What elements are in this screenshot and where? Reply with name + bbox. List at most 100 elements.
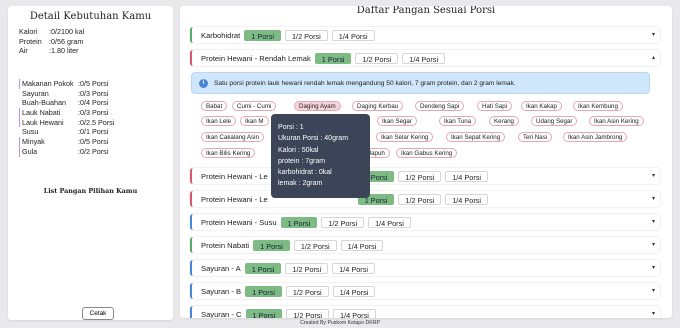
accordion-protein-hewani-lemak-sedang[interactable]: Protein Hewani - Le 1 Porsi 1/2 Porsi 1/… xyxy=(190,168,660,184)
accordion-sayuran-b[interactable]: Sayuran - B 1 Porsi 1/2 Porsi 1/4 Porsi … xyxy=(190,283,660,299)
food-tag[interactable]: Ikan Gabus Kering xyxy=(396,148,458,158)
chevron-down-icon[interactable]: ▾ xyxy=(652,172,655,179)
portion-quarter-button[interactable]: 1/4 Porsi xyxy=(445,193,489,205)
portion-1-button[interactable]: 1 Porsi xyxy=(280,216,318,228)
tooltip-protein: protein : 7gram xyxy=(278,157,326,165)
portion-row-minyak: Minyak:0/5 Porsi xyxy=(19,137,114,147)
accordion-title: Protein Nabati xyxy=(201,240,250,250)
food-tag[interactable]: Ikan Kembung xyxy=(573,101,623,111)
portion-row-susu: Susu:0/1 Porsi xyxy=(22,127,109,137)
food-tag[interactable]: Hati Sapi xyxy=(477,101,513,111)
portion-row-buah: Buah-Buahan:0/4 Porsi xyxy=(22,98,109,108)
print-button[interactable]: Cetak xyxy=(82,307,114,320)
portion-1-button[interactable]: 1 Porsi xyxy=(244,262,282,274)
portion-quarter-button[interactable]: 1/4 Porsi xyxy=(340,239,384,251)
chevron-down-icon[interactable]: ▾ xyxy=(652,310,655,317)
portion-half-button[interactable]: 1/2 Porsi xyxy=(284,29,328,41)
chevron-up-icon[interactable]: ▴ xyxy=(652,54,655,61)
food-tag[interactable]: Ikan Sepat Kering xyxy=(446,132,506,142)
food-tag[interactable]: Daging Ayam xyxy=(294,101,341,111)
food-list-title: Daftar Pangan Sesuai Porsi xyxy=(356,6,496,16)
accordion-protein-hewani-rendah-lemak[interactable]: Protein Hewani - Rendah Lemak 1 Porsi 1/… xyxy=(190,50,660,66)
portion-half-button[interactable]: 1/2 Porsi xyxy=(355,52,399,64)
portion-half-button[interactable]: 1/2 Porsi xyxy=(293,239,337,251)
food-tag[interactable]: Ikan Asin Kering xyxy=(589,116,644,126)
chevron-down-icon[interactable]: ▾ xyxy=(652,31,655,38)
portion-quarter-button[interactable]: 1/4 Porsi xyxy=(402,52,446,64)
portion-1-button[interactable]: 1 Porsi xyxy=(244,29,281,41)
food-tag[interactable]: Kerang xyxy=(489,116,519,126)
accordion-protein-nabati[interactable]: Protein Nabati 1 Porsi 1/2 Porsi 1/4 Por… xyxy=(190,237,660,253)
food-tag[interactable]: Ikan Bilis Kering xyxy=(201,148,256,158)
food-tag[interactable]: Ikan Selar Kering xyxy=(376,132,434,142)
portion-summary: Makanan Pokok:0/5 Porsi Sayuran:0/3 Pors… xyxy=(19,79,114,157)
portion-half-button[interactable]: 1/2 Porsi xyxy=(398,170,442,182)
food-list-panel: Daftar Pangan Sesuai Porsi Karbohidrat 1… xyxy=(180,6,672,318)
need-water: Air:1.80 liter xyxy=(19,46,79,56)
accordion-title: Karbohidrat xyxy=(201,30,241,40)
chevron-down-icon[interactable]: ▾ xyxy=(652,195,655,202)
chevron-down-icon[interactable]: ▾ xyxy=(652,218,655,225)
food-tag[interactable]: Udang Segar xyxy=(531,116,578,126)
portion-1-button[interactable]: 1 Porsi xyxy=(245,308,283,318)
tooltip-carbohydrate: karbohidrat : 0kal xyxy=(278,169,332,177)
needs-panel: Detail Kebutuhan Kamu Kalori:0/2100 kal … xyxy=(8,6,173,320)
tooltip-portion: Porsi : 1 xyxy=(278,124,304,131)
food-tag[interactable]: Daging Kerbau xyxy=(352,101,404,111)
food-tag[interactable]: Ikan Tuna xyxy=(439,116,477,126)
portion-row-lauk-nabati: Lauk Nabati:0/3 Porsi xyxy=(19,108,114,118)
chosen-food-list-title: List Pangan Pilihan Kamu xyxy=(43,187,138,195)
need-calorie: Kalori:0/2100 kal xyxy=(19,27,85,36)
portion-info-alert: i Satu porsi protein lauk hewani rendah … xyxy=(191,72,650,94)
portion-quarter-button[interactable]: 1/4 Porsi xyxy=(368,216,411,228)
accordion-protein-hewani-lemak-tinggi[interactable]: Protein Hewani - Le 1 Porsi 1/2 Porsi 1/… xyxy=(190,191,660,207)
portion-half-button[interactable]: 1/2 Porsi xyxy=(285,262,329,274)
chevron-down-icon[interactable]: ▾ xyxy=(652,264,655,271)
accordion-sayuran-a[interactable]: Sayuran - A 1 Porsi 1/2 Porsi 1/4 Porsi … xyxy=(190,260,660,276)
tooltip-calorie: Kalori : 50kal xyxy=(278,146,319,154)
food-tag[interactable]: Ikan Asin Jambrong xyxy=(563,132,628,142)
food-tag[interactable]: Ikan Lele xyxy=(201,116,237,126)
accordion-title: Protein Hewani - Le xyxy=(201,171,268,181)
chevron-down-icon[interactable]: ▾ xyxy=(652,287,655,294)
food-tag[interactable]: Ikan Segar xyxy=(377,116,417,126)
needs-summary: Kalori:0/2100 kal Protein:0/56 gram Air:… xyxy=(19,27,84,56)
accordion-title: Sayuran - A xyxy=(201,263,241,273)
portion-half-button[interactable]: 1/2 Porsi xyxy=(286,308,330,318)
chevron-down-icon[interactable]: ▾ xyxy=(652,241,655,248)
portion-row-makanan-pokok: Makanan Pokok:0/5 Porsi xyxy=(19,79,114,89)
accordion-karbohidrat[interactable]: Karbohidrat 1 Porsi 1/2 Porsi 1/4 Porsi … xyxy=(190,27,660,43)
portion-row-sayuran: Sayuran:0/3 Porsi xyxy=(22,88,109,98)
portion-quarter-button[interactable]: 1/4 Porsi xyxy=(445,170,489,182)
needs-panel-title: Detail Kebutuhan Kamu xyxy=(29,11,152,22)
info-icon: i xyxy=(199,78,208,88)
portion-half-button[interactable]: 1/2 Porsi xyxy=(398,193,442,205)
accordion-protein-hewani-susu[interactable]: Protein Hewani - Susu 1 Porsi 1/2 Porsi … xyxy=(190,214,660,230)
portion-quarter-button[interactable]: 1/4 Porsi xyxy=(331,29,375,41)
portion-quarter-button[interactable]: 1/4 Porsi xyxy=(332,285,376,297)
need-protein: Protein:0/56 gram xyxy=(19,36,84,46)
portion-row-lauk-hewani: Lauk Hewani:0/2.5 Porsi xyxy=(19,117,114,128)
portion-half-button[interactable]: 1/2 Porsi xyxy=(321,216,365,228)
portion-row-gula: Gula:0/2 Porsi xyxy=(19,146,114,157)
portion-half-button[interactable]: 1/2 Porsi xyxy=(285,285,329,297)
portion-1-button[interactable]: 1 Porsi xyxy=(245,285,282,297)
food-tag[interactable]: Teri Nasi xyxy=(518,132,553,142)
food-tag[interactable]: Ikan M xyxy=(240,116,269,126)
tooltip-fat: lemak : 2gram xyxy=(278,180,323,188)
accordion-title: Protein Hewani - Susu xyxy=(201,217,277,227)
food-tag[interactable]: Babat xyxy=(201,101,228,111)
food-tag[interactable]: Ikan Kakap xyxy=(521,101,562,111)
portion-1-button[interactable]: 1 Porsi xyxy=(314,52,352,64)
food-tag[interactable]: Dendeng Sapi xyxy=(415,101,465,111)
portion-1-button[interactable]: 1 Porsi xyxy=(253,239,290,251)
portion-quarter-button[interactable]: 1/4 Porsi xyxy=(332,262,375,274)
food-tag[interactable]: Cumi - Cumi xyxy=(232,101,277,111)
accordion-title: Protein Hewani - Rendah Lemak xyxy=(201,53,311,63)
accordion-sayuran-c[interactable]: Sayuran - C 1 Porsi 1/2 Porsi 1/4 Porsi … xyxy=(190,306,660,318)
portion-quarter-button[interactable]: 1/4 Porsi xyxy=(333,308,376,318)
food-tag[interactable]: Ikan Cakalang Asin xyxy=(201,132,264,142)
accordion-title: Sayuran - B xyxy=(201,286,242,296)
accordion-title: Sayuran - C xyxy=(201,309,242,319)
footer-credit: Created By Puskom Ketapo DKRP xyxy=(300,320,380,326)
